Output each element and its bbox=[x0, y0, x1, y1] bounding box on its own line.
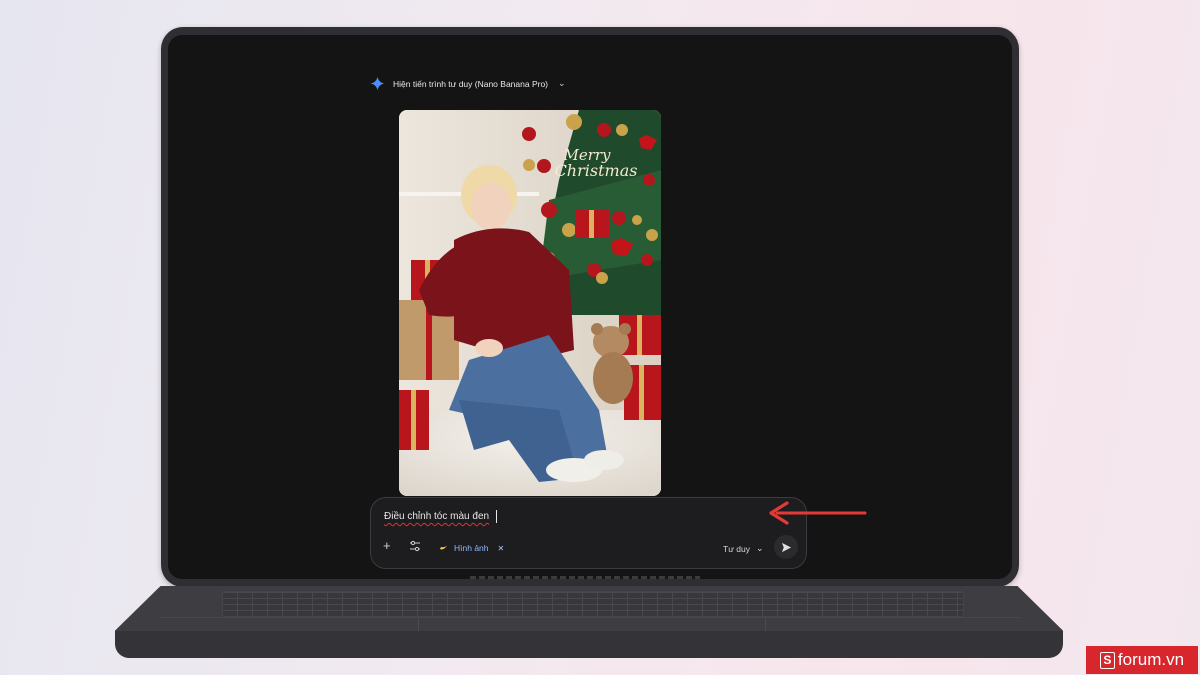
plus-icon[interactable]: + bbox=[383, 538, 391, 554]
mode-label: Tư duy bbox=[723, 543, 750, 554]
show-thinking-toggle[interactable]: Hiện tiến trình tư duy (Nano Banana Pro)… bbox=[370, 76, 566, 91]
send-icon bbox=[781, 542, 791, 552]
watermark-badge: S bbox=[1099, 651, 1115, 669]
text-caret bbox=[496, 510, 497, 523]
prompt-input[interactable]: Điều chỉnh tóc màu đen bbox=[384, 511, 489, 522]
mode-selector[interactable]: Tư duy ⌄ bbox=[723, 543, 764, 554]
gemini-spark-icon bbox=[370, 76, 385, 91]
christmas-overlay-text: Christmas bbox=[555, 161, 638, 180]
annotation-arrow-icon bbox=[769, 501, 867, 525]
laptop-keyboard bbox=[222, 591, 964, 617]
watermark-text: forum.vn bbox=[1117, 650, 1185, 669]
thinking-label: Hiện tiến trình tư duy (Nano Banana Pro) bbox=[393, 78, 548, 89]
generated-image[interactable]: Merry Christmas bbox=[399, 110, 661, 496]
laptop-base-front bbox=[115, 631, 1063, 658]
disclaimer-text bbox=[470, 576, 700, 579]
prompt-input-box[interactable]: Điều chỉnh tóc màu đen + Hình ảnh ✕ Tư d… bbox=[370, 497, 807, 569]
image-chip-label: Hình ảnh bbox=[454, 543, 489, 553]
image-tool-chip[interactable]: Hình ảnh ✕ bbox=[439, 542, 504, 554]
chevron-down-icon: ⌄ bbox=[755, 543, 764, 553]
sforum-watermark: S forum.vn bbox=[1086, 646, 1198, 674]
christmas-portrait-illustration: Merry Christmas bbox=[399, 110, 661, 496]
laptop-trackpad bbox=[418, 617, 766, 631]
chevron-down-icon: ⌄ bbox=[558, 78, 566, 88]
tune-icon[interactable] bbox=[409, 540, 421, 556]
close-icon[interactable]: ✕ bbox=[498, 544, 505, 553]
send-button[interactable] bbox=[774, 535, 798, 559]
banana-icon bbox=[439, 542, 449, 554]
